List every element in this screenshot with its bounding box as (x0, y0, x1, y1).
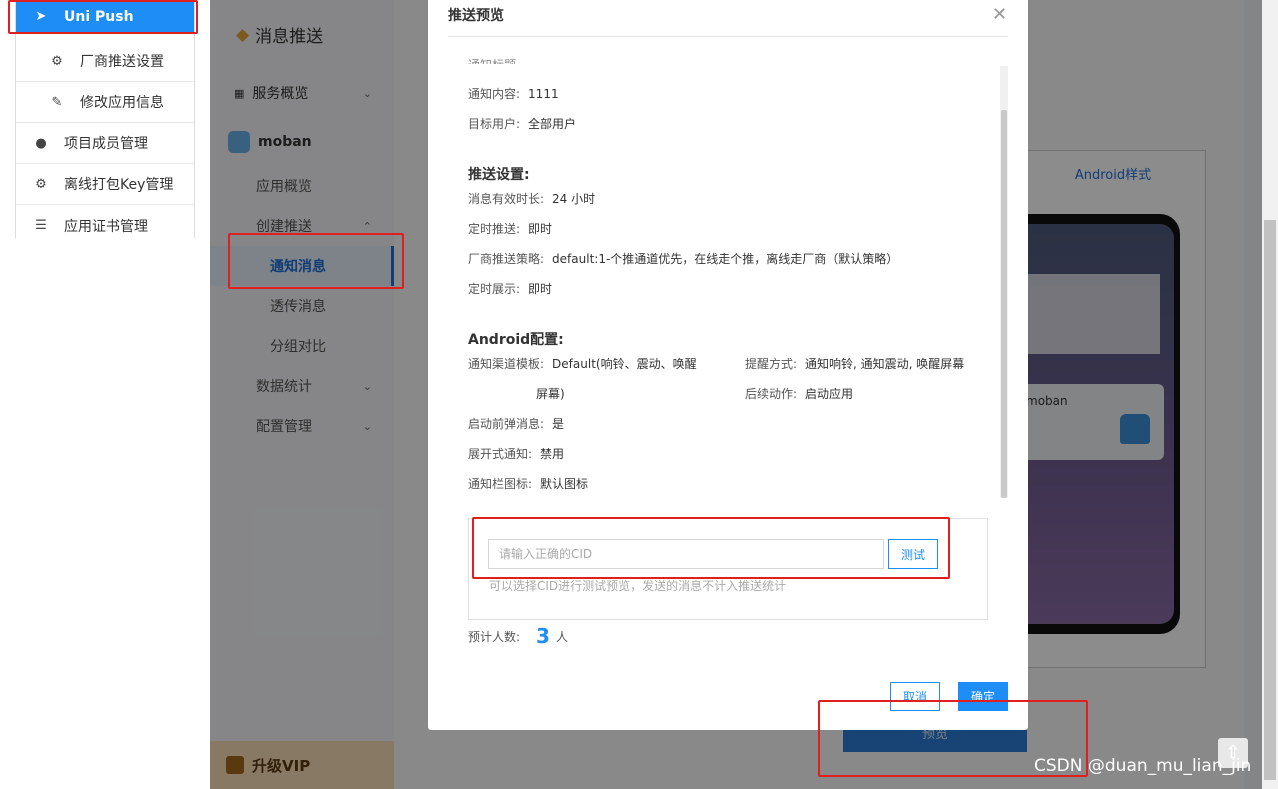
watermark: CSDN @duan_mu_lian_jin (1034, 756, 1252, 776)
row-target-users: 目标用户: 全部用户 (468, 117, 577, 131)
estimated-count: 预计人数: 3 人 (468, 624, 568, 648)
user-icon: ● (35, 135, 47, 151)
row-scheduled-push: 定时推送: 即时 (468, 222, 553, 236)
gear-icon: ⚙ (51, 53, 63, 69)
cut-off-row: 通知标题 (468, 56, 516, 64)
close-icon[interactable]: ✕ (992, 4, 1007, 25)
row-notify-content: 通知内容: 1111 (468, 87, 559, 101)
page-scrollbar-thumb[interactable] (1264, 220, 1276, 780)
row-channel-template: 通知渠道模板: Default(响铃、震动、唤醒 (468, 357, 697, 371)
estimated-count-value: 3 (536, 624, 550, 648)
annotation-box-cid (472, 517, 950, 579)
menu-label: 修改应用信息 (80, 95, 164, 111)
row-channel-template-cont: 屏幕) (536, 387, 565, 401)
gear-icon: ⚙ (35, 176, 47, 192)
modal-scrollbar-thumb[interactable] (1001, 110, 1007, 498)
edit-icon: ✎ (51, 94, 63, 110)
cid-hint: 可以选择CID进行测试预览，发送的消息不计入推送统计 (489, 579, 787, 593)
menu-label: 离线打包Key管理 (64, 177, 174, 193)
row-expand: 展开式通知: 禁用 (468, 447, 565, 461)
row-popup: 启动前弹消息: 是 (468, 417, 565, 431)
menu-item-edit-app-info[interactable]: ✎ 修改应用信息 (16, 82, 194, 123)
menu-item-certificates[interactable]: ☰ 应用证书管理 (16, 205, 194, 246)
section-android-config: Android配置: (468, 332, 564, 348)
row-icon: 通知栏图标: 默认图标 (468, 477, 589, 491)
annotation-box-notification (228, 233, 404, 289)
row-vendor-strategy: 厂商推送策略: default:1-个推通道优先，在线走个推，离线走厂商（默认策略… (468, 252, 899, 266)
menu-label: 厂商推送设置 (80, 54, 164, 70)
row-followup: 后续动作: 启动应用 (745, 387, 854, 401)
menu-item-vendor-push-settings[interactable]: ⚙ 厂商推送设置 (16, 41, 194, 82)
menu-label: 项目成员管理 (64, 136, 148, 152)
modal-divider (448, 36, 1008, 37)
section-push-settings: 推送设置: (468, 167, 530, 183)
list-icon: ☰ (35, 218, 47, 233)
row-scheduled-display: 定时展示: 即时 (468, 282, 553, 296)
menu-item-members[interactable]: ● 项目成员管理 (16, 123, 194, 164)
left-menu: ➤ Uni Push ⚙ 厂商推送设置 ✎ 修改应用信息 ● 项目成员管理 ⚙ … (15, 0, 195, 246)
annotation-box-uni-push (8, 0, 198, 34)
row-validity: 消息有效时长: 24 小时 (468, 192, 596, 206)
menu-item-offline-key[interactable]: ⚙ 离线打包Key管理 (16, 164, 194, 205)
modal-title: 推送预览 (448, 8, 504, 24)
menu-label: 应用证书管理 (64, 218, 148, 235)
row-reminder: 提醒方式: 通知响铃, 通知震动, 唤醒屏幕 (745, 357, 965, 371)
